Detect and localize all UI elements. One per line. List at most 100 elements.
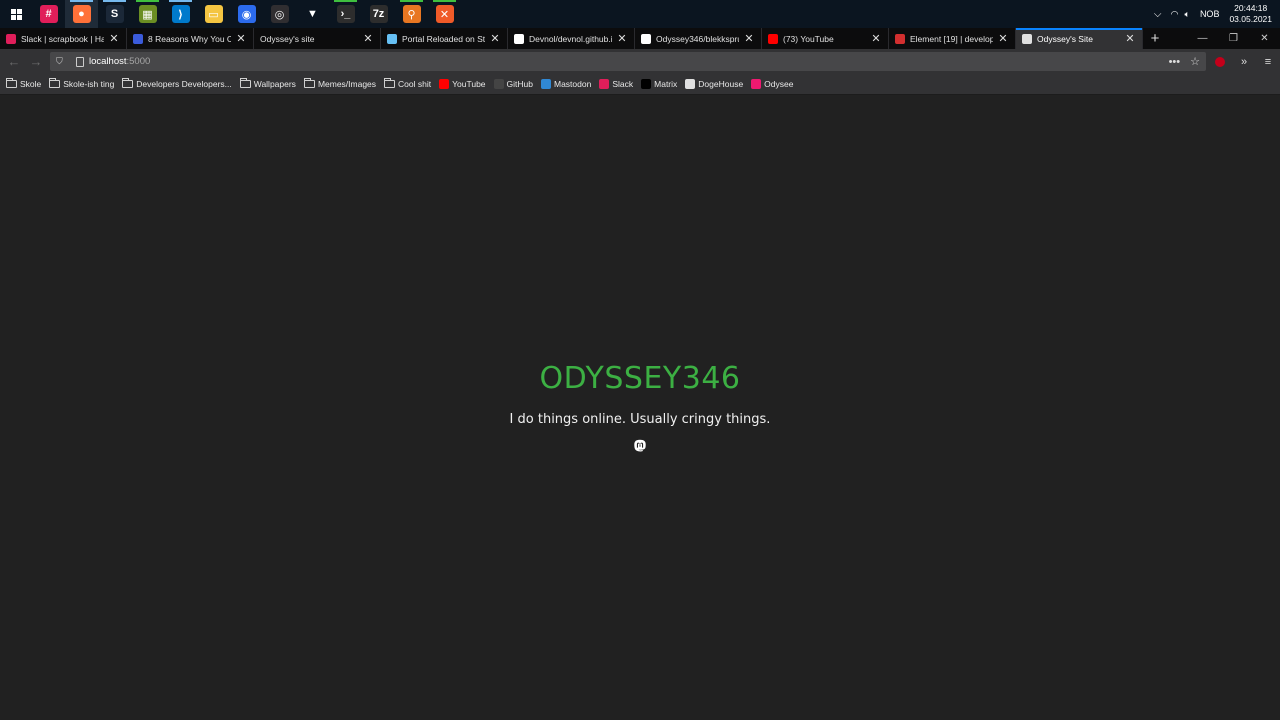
bookmark-label: YouTube bbox=[452, 79, 486, 89]
tab-close-icon[interactable]: ✕ bbox=[997, 32, 1009, 45]
taskbar-app[interactable]: ⟩ bbox=[164, 0, 197, 28]
bookmark-label: Odysee bbox=[764, 79, 794, 89]
wifi-icon[interactable]: ◠ bbox=[1171, 9, 1179, 20]
tab-close-icon[interactable]: ✕ bbox=[743, 32, 755, 45]
bookmark-item[interactable]: Skole-ish ting bbox=[49, 78, 115, 89]
tab-label: Odyssey346/blekksprut bbox=[656, 33, 739, 44]
taskbar-app[interactable]: S bbox=[98, 0, 131, 28]
chevron-up-icon[interactable]: ⌵ bbox=[1151, 9, 1165, 20]
bookmark-label: GitHub bbox=[506, 79, 533, 89]
taskbar-app[interactable]: ✕ bbox=[428, 0, 461, 28]
folder-icon bbox=[6, 78, 17, 88]
tab-favicon-icon bbox=[641, 33, 651, 44]
minimize-button[interactable]: — bbox=[1187, 28, 1218, 49]
taskbar-app[interactable]: ▼ bbox=[296, 0, 329, 28]
browser-tab[interactable]: (73) YouTube ✕ bbox=[762, 28, 889, 49]
tab-favicon-icon bbox=[768, 33, 778, 44]
taskbar-app[interactable]: ● bbox=[65, 0, 98, 28]
bookmark-item[interactable]: Memes/Images bbox=[303, 78, 376, 89]
ublock-extension-button[interactable] bbox=[1208, 56, 1232, 67]
tab-close-icon[interactable]: ✕ bbox=[235, 32, 247, 45]
overflow-menu-button[interactable]: » bbox=[1232, 56, 1256, 68]
page-info-icon[interactable] bbox=[76, 56, 84, 67]
browser-tab[interactable]: Portal Reloaded on Stea ✕ bbox=[381, 28, 508, 49]
bookmark-item[interactable]: Wallpapers bbox=[239, 78, 296, 89]
bookmark-label: DogeHouse bbox=[698, 79, 744, 89]
browser-tab[interactable]: Devnol/devnol.github.io ✕ bbox=[508, 28, 635, 49]
bookmark-item[interactable]: GitHub bbox=[493, 79, 533, 89]
tab-favicon-icon bbox=[387, 33, 397, 44]
new-tab-button[interactable]: + bbox=[1143, 28, 1167, 49]
bookmark-label: Mastodon bbox=[554, 79, 592, 89]
taskbar-app[interactable]: ▦ bbox=[131, 0, 164, 28]
bookmark-label: Skole bbox=[20, 79, 42, 89]
bookmark-item[interactable]: Matrix bbox=[641, 79, 677, 89]
volume-icon[interactable]: 🔈︎ bbox=[1185, 9, 1190, 20]
close-window-button[interactable]: ✕ bbox=[1249, 28, 1280, 49]
bookmark-item[interactable]: Developers Developers... bbox=[122, 78, 232, 89]
terminal-icon: ›_ bbox=[336, 5, 355, 23]
tab-label: Slack | scrapbook | Hack bbox=[21, 33, 104, 44]
browser-tab[interactable]: Odyssey's Site ✕ bbox=[1016, 28, 1143, 49]
tab-close-icon[interactable]: ✕ bbox=[870, 32, 882, 45]
clock[interactable]: 20:44:18 03.05.2021 bbox=[1229, 3, 1272, 25]
taskbar-app[interactable]: ⚲ bbox=[395, 0, 428, 28]
bookmark-item[interactable]: Cool shit bbox=[384, 78, 431, 89]
folder-icon bbox=[384, 78, 396, 88]
ublock-icon bbox=[1215, 56, 1225, 67]
slack-icon: # bbox=[39, 5, 58, 23]
start-button[interactable] bbox=[0, 0, 32, 28]
folder-icon bbox=[239, 78, 251, 88]
tab-close-icon[interactable]: ✕ bbox=[1124, 32, 1136, 45]
tab-close-icon[interactable]: ✕ bbox=[108, 32, 120, 45]
taskbar-app[interactable]: ›_ bbox=[329, 0, 362, 28]
bookmark-star-icon[interactable]: ☆ bbox=[1190, 55, 1200, 68]
taskbar-app[interactable]: ◎ bbox=[263, 0, 296, 28]
tab-label: Devnol/devnol.github.io bbox=[529, 33, 612, 44]
tab-label: Odyssey's Site bbox=[1037, 33, 1093, 44]
site-favicon-icon bbox=[439, 79, 450, 89]
taskbar-app[interactable]: # bbox=[32, 0, 65, 28]
hamburger-menu-button[interactable]: ≡ bbox=[1256, 56, 1280, 68]
browser-tab[interactable]: Element [19] | developer ✕ bbox=[889, 28, 1016, 49]
bookmark-item[interactable]: DogeHouse bbox=[685, 79, 743, 89]
taskbar-app[interactable]: ◉ bbox=[230, 0, 263, 28]
obs-icon: ◎ bbox=[270, 5, 289, 23]
tab-close-icon[interactable]: ✕ bbox=[616, 32, 628, 45]
url-port: :5000 bbox=[126, 56, 151, 67]
browser-tab[interactable]: Slack | scrapbook | Hack ✕ bbox=[0, 28, 127, 49]
page-actions-icon[interactable]: ••• bbox=[1169, 56, 1181, 68]
bookmark-label: Skole-ish ting bbox=[63, 79, 115, 89]
tab-favicon-icon bbox=[514, 33, 524, 44]
file-explorer-icon: ▭ bbox=[204, 5, 223, 23]
browser-tab[interactable]: Odyssey's site ✕ bbox=[254, 28, 381, 49]
site-title: ODYSSEY346 bbox=[539, 361, 741, 396]
language-indicator[interactable]: NOB bbox=[1200, 9, 1220, 19]
forward-button[interactable]: → bbox=[25, 51, 47, 73]
mastodon-icon bbox=[634, 439, 646, 452]
system-tray: ⌵ ◠ 🔈︎ NOB 20:44:18 03.05.2021 bbox=[1151, 0, 1280, 28]
tab-close-icon[interactable]: ✕ bbox=[489, 32, 501, 45]
site-favicon-icon bbox=[541, 79, 551, 89]
tracking-shield-icon[interactable]: ⛉ bbox=[56, 56, 66, 67]
taskbar-app[interactable]: 7z bbox=[362, 0, 395, 28]
minecraft-icon: ▦ bbox=[138, 5, 157, 23]
clock-time: 20:44:18 bbox=[1234, 3, 1268, 13]
back-button[interactable]: ← bbox=[3, 51, 25, 73]
mastodon-link[interactable] bbox=[633, 439, 647, 453]
taskbar-app[interactable]: ▭ bbox=[197, 0, 230, 28]
bookmark-item[interactable]: Odysee bbox=[751, 79, 793, 89]
browser-tab[interactable]: Odyssey346/blekksprut ✕ bbox=[635, 28, 762, 49]
bookmark-item[interactable]: Mastodon bbox=[541, 79, 591, 89]
restore-button[interactable]: ❐ bbox=[1218, 28, 1249, 49]
tab-favicon-icon bbox=[1022, 33, 1032, 44]
browser-tab[interactable]: 8 Reasons Why You Can ✕ bbox=[127, 28, 254, 49]
bookmark-item[interactable]: YouTube bbox=[439, 79, 486, 89]
bookmark-item[interactable]: Slack bbox=[599, 79, 633, 89]
windows-taskbar: # ● S ▦ ⟩ ▭ ◉ ◎ ▼ ›_ 7z ⚲ ✕ ⌵ ◠ 🔈︎ NOB 20:44:18 03.0… bbox=[0, 0, 1280, 28]
url-actions: ••• ☆ bbox=[1159, 52, 1200, 71]
bookmark-item[interactable]: Skole bbox=[6, 78, 42, 89]
url-bar[interactable]: ⛉ localhost:5000 ••• ☆ bbox=[50, 52, 1206, 71]
tab-close-icon[interactable]: ✕ bbox=[362, 32, 374, 45]
site-favicon-icon bbox=[751, 79, 762, 89]
